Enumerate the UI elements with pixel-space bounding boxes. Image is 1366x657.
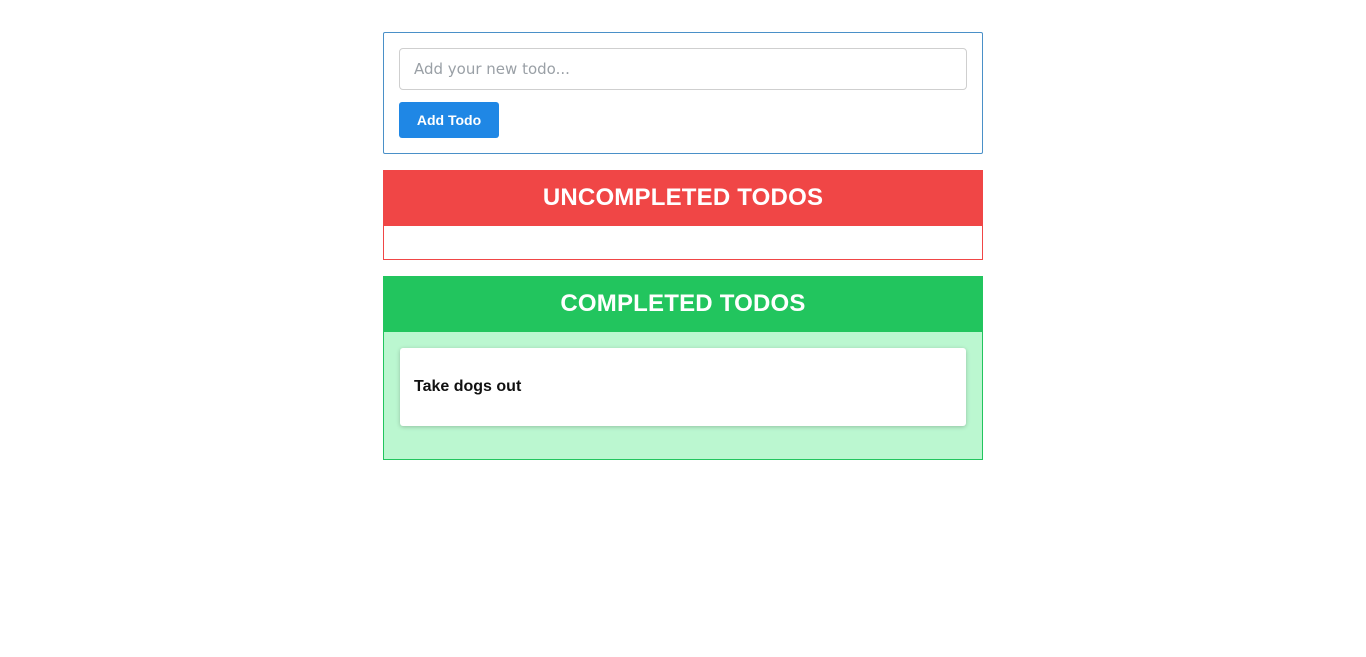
add-todo-form: Add Todo	[383, 32, 983, 154]
todo-app: Add Todo UNCOMPLETED TODOS COMPLETED TOD…	[383, 32, 983, 460]
uncompleted-todos-section: UNCOMPLETED TODOS	[383, 170, 983, 260]
completed-list: Take dogs out	[384, 332, 982, 442]
add-todo-button[interactable]: Add Todo	[399, 102, 499, 138]
new-todo-input[interactable]	[399, 48, 967, 90]
completed-todos-section: COMPLETED TODOS Take dogs out	[383, 276, 983, 460]
uncompleted-header: UNCOMPLETED TODOS	[383, 170, 983, 226]
completed-title: COMPLETED TODOS	[560, 290, 806, 317]
uncompleted-list	[384, 226, 982, 258]
todo-item-text: Take dogs out	[414, 378, 522, 395]
completed-header: COMPLETED TODOS	[383, 276, 983, 332]
uncompleted-title: UNCOMPLETED TODOS	[542, 184, 824, 211]
todo-item[interactable]: Take dogs out	[400, 348, 966, 426]
